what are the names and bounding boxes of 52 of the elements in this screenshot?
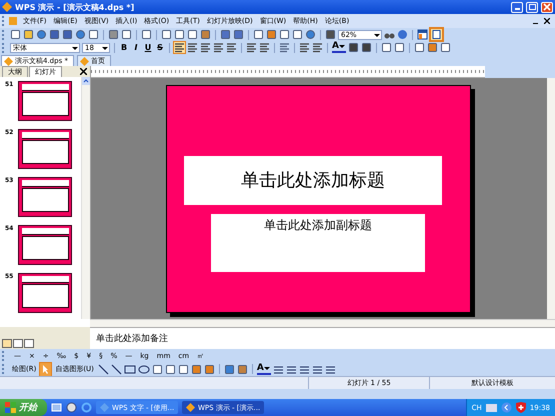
- scrollbar[interactable]: [547, 78, 555, 319]
- line-style-icon[interactable]: [312, 364, 323, 374]
- line-style-icon[interactable]: [324, 364, 336, 374]
- slide-thumbnail[interactable]: [18, 129, 72, 169]
- line-icon[interactable]: [98, 364, 109, 374]
- slide-thumbnail[interactable]: [18, 273, 72, 313]
- align-icon[interactable]: [213, 42, 224, 53]
- line-style-icon[interactable]: [298, 364, 310, 374]
- slideshow-view-icon[interactable]: [24, 339, 34, 348]
- rectangle-icon[interactable]: [124, 364, 136, 374]
- pointer-icon[interactable]: [40, 362, 52, 376]
- align-icon[interactable]: [174, 42, 185, 53]
- text-style-button[interactable]: S: [155, 43, 165, 52]
- scrollbar[interactable]: [90, 319, 555, 327]
- slide-thumbnail[interactable]: [18, 225, 72, 265]
- close-document-icon[interactable]: [544, 18, 550, 24]
- slide-thumbnail[interactable]: [18, 177, 72, 217]
- restore-button[interactable]: [526, 2, 538, 12]
- text-style-button[interactable]: U: [143, 43, 153, 52]
- align-icon[interactable]: [187, 42, 198, 53]
- align-icon[interactable]: [246, 42, 257, 53]
- subtitle-placeholder[interactable]: 单击此处添加副标题: [211, 214, 425, 272]
- scroll-up-icon[interactable]: [82, 77, 90, 85]
- slide-view-icon[interactable]: [430, 28, 443, 41]
- text-style-button[interactable]: I: [131, 43, 141, 52]
- align-icon[interactable]: [226, 42, 237, 53]
- close-icon[interactable]: [80, 68, 87, 75]
- slide-thumbnail[interactable]: [18, 81, 72, 121]
- text-style-button[interactable]: B: [119, 43, 129, 52]
- title-placeholder[interactable]: 单击此处添加标题: [184, 156, 442, 204]
- app-logo-icon: [2, 2, 12, 12]
- normal-view-icon[interactable]: [2, 339, 12, 348]
- shield-icon[interactable]: [516, 402, 526, 413]
- align-icon[interactable]: [312, 42, 323, 53]
- notes-placeholder[interactable]: 单击此处添加备注: [96, 332, 168, 345]
- line-icon[interactable]: [110, 364, 122, 374]
- line-style-icon[interactable]: [286, 364, 297, 374]
- minimize-button[interactable]: [511, 2, 523, 12]
- app-logo-icon: [186, 403, 195, 412]
- align-icon[interactable]: [200, 42, 211, 53]
- window-title: WPS 演示 - [演示文稿4.dps *]: [15, 2, 134, 12]
- align-icon[interactable]: [299, 42, 310, 53]
- scrollbar[interactable]: [81, 77, 90, 319]
- close-button[interactable]: [541, 2, 553, 12]
- oval-icon[interactable]: [138, 364, 150, 374]
- windows-logo-icon: [5, 402, 16, 413]
- line-style-icon[interactable]: [272, 364, 284, 374]
- layout-icon[interactable]: [417, 29, 428, 40]
- desktop-icon[interactable]: [51, 402, 62, 413]
- sorter-view-icon[interactable]: [13, 339, 23, 348]
- align-icon[interactable]: [259, 42, 270, 53]
- app-logo-icon: [100, 403, 109, 412]
